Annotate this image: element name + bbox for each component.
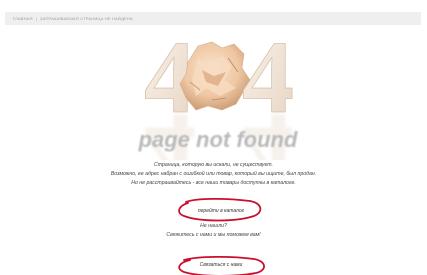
message-line: Страница, которую вы искали, не существу… xyxy=(154,162,273,168)
help-line: Свяжитесь с нами и мы поможем вам! xyxy=(166,232,261,238)
error-404-illustration: 4 4 4 4 page not found xyxy=(138,20,298,160)
message-line: Возможно, ее адрес набран с ошибкой или … xyxy=(110,171,317,177)
go-to-catalog-link[interactable]: перейти в каталог xyxy=(176,201,266,221)
message-line: Но не расстраивайтесь - все наши товары … xyxy=(131,180,296,186)
contact-us-link[interactable]: Связаться с нами xyxy=(176,257,266,273)
not-found-help: Не нашли? Свяжитесь с нами и мы поможем … xyxy=(0,222,427,240)
help-line: Не нашли? xyxy=(200,223,227,229)
error-message: Страница, которую вы искали, не существу… xyxy=(0,161,427,188)
page-not-found-caption: page not found xyxy=(138,127,298,152)
